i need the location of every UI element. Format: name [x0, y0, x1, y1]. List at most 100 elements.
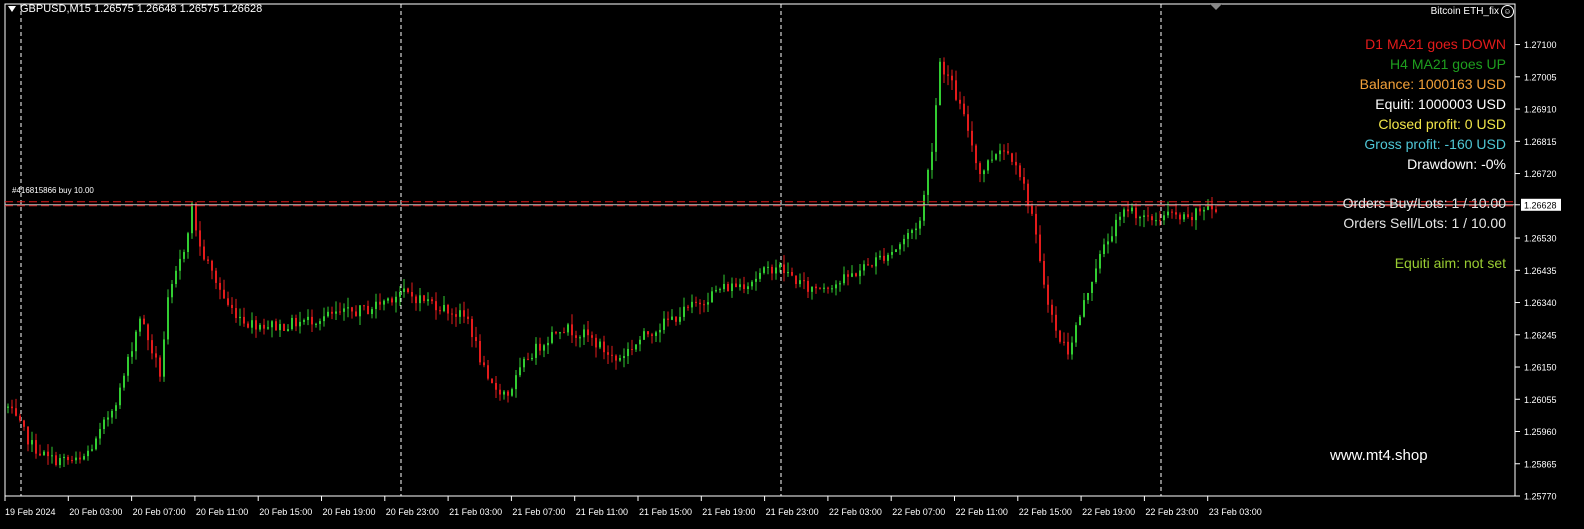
candle-body-116 — [471, 318, 473, 338]
info-line-3: Equiti: 1000003 USD — [1375, 96, 1506, 112]
x-tick-label-9: 21 Feb 11:00 — [576, 507, 628, 517]
y-tick-label-10: 1.26150 — [1524, 363, 1557, 373]
candle-body-183 — [739, 284, 741, 288]
candle-body-198 — [799, 280, 801, 285]
candle-body-210 — [847, 274, 849, 277]
candle-body-283 — [1139, 216, 1141, 219]
candle-body-68 — [279, 324, 281, 331]
candle-body-34 — [143, 318, 145, 325]
candle-body-199 — [803, 280, 805, 282]
candle-body-246 — [991, 159, 993, 161]
candle-body-194 — [783, 264, 785, 274]
candle-body-95 — [387, 298, 389, 301]
candle-body-50 — [207, 259, 209, 261]
candle-body-153 — [619, 357, 621, 361]
candle-body-36 — [151, 340, 153, 354]
candle-body-10 — [47, 451, 49, 457]
candle-body-66 — [271, 321, 273, 328]
x-tick-label-4: 20 Feb 15:00 — [259, 507, 312, 517]
candle-body-67 — [275, 321, 277, 331]
candle-body-124 — [503, 391, 505, 395]
candle-body-278 — [1119, 216, 1121, 220]
candle-body-81 — [331, 311, 333, 314]
candle-body-88 — [359, 305, 361, 317]
candle-body-46 — [191, 203, 193, 234]
candle-body-80 — [327, 311, 329, 317]
candle-body-52 — [215, 270, 217, 283]
candle-body-190 — [767, 266, 769, 268]
candle-body-7 — [35, 440, 37, 454]
candle-body-11 — [51, 455, 53, 457]
y-tick-label-4: 1.26720 — [1524, 169, 1557, 179]
info-line-5: Gross profit: -160 USD — [1364, 136, 1506, 152]
candle-body-205 — [827, 287, 829, 289]
candle-body-69 — [283, 324, 285, 332]
candle-body-171 — [691, 301, 693, 308]
candle-body-21 — [91, 449, 93, 451]
candle-body-105 — [427, 299, 429, 302]
candle-body-265 — [1067, 341, 1069, 355]
candle-body-29 — [123, 375, 125, 388]
candle-body-144 — [583, 329, 585, 338]
x-tick-label-18: 22 Feb 23:00 — [1145, 507, 1198, 517]
candle-body-229 — [923, 194, 925, 221]
candle-body-91 — [371, 309, 373, 315]
symbol-header[interactable]: GBPUSD,M15 1.26575 1.26648 1.26575 1.266… — [8, 3, 262, 15]
candle-body-291 — [1171, 211, 1173, 213]
candle-body-93 — [379, 301, 381, 305]
candle-body-54 — [223, 289, 225, 299]
candle-body-254 — [1023, 177, 1025, 184]
candle-body-244 — [983, 170, 985, 175]
candle-body-181 — [731, 283, 733, 292]
candle-body-159 — [643, 331, 645, 340]
candle-body-289 — [1163, 215, 1165, 221]
candle-body-75 — [307, 316, 309, 321]
candle-body-8 — [39, 453, 41, 456]
candle-body-104 — [423, 295, 425, 302]
candle-body-245 — [987, 160, 989, 171]
candle-body-231 — [931, 151, 933, 170]
candle-body-203 — [819, 288, 821, 290]
x-tick-label-14: 22 Feb 07:00 — [892, 507, 945, 517]
candle-body-290 — [1167, 211, 1169, 216]
candle-body-49 — [203, 246, 205, 260]
x-tick-label-10: 21 Feb 15:00 — [639, 507, 692, 517]
candle-body-115 — [467, 316, 469, 319]
candle-body-216 — [871, 265, 873, 267]
candle-body-162 — [655, 332, 657, 336]
candle-body-255 — [1027, 183, 1029, 206]
chart-window[interactable]: 1.27100 1.27005 1.26910 1.26815 1.26720 1.266… — [0, 0, 1584, 529]
candle-body-17 — [75, 457, 77, 461]
candle-body-234 — [943, 61, 945, 75]
y-tick-label-0: 1.27100 — [1524, 40, 1557, 50]
candle-body-112 — [455, 314, 457, 317]
expert-advisor-label[interactable]: Bitcoin ETH_fix ☺ — [1431, 5, 1514, 18]
candle-body-170 — [687, 306, 689, 308]
candle-body-121 — [491, 378, 493, 384]
candle-body-98 — [399, 291, 401, 297]
info-line-4: Closed profit: 0 USD — [1378, 116, 1506, 132]
candle-body-145 — [587, 329, 589, 336]
candle-body-65 — [267, 327, 269, 329]
candle-body-111 — [451, 313, 453, 315]
candle-body-281 — [1131, 207, 1133, 212]
info-line-0: D1 MA21 goes DOWN — [1365, 36, 1506, 52]
candle-body-214 — [863, 264, 865, 271]
candle-body-252 — [1015, 161, 1017, 166]
candle-body-76 — [311, 316, 313, 325]
candle-body-47 — [195, 203, 197, 231]
candle-body-292 — [1175, 212, 1177, 215]
candle-body-259 — [1043, 260, 1045, 285]
dropdown-triangle-icon[interactable] — [8, 6, 16, 13]
candle-body-141 — [571, 324, 573, 336]
candle-body-70 — [287, 329, 289, 332]
candle-body-90 — [367, 305, 369, 315]
candle-body-113 — [459, 310, 461, 317]
scroll-marker-icon — [1210, 4, 1222, 10]
candle-body-250 — [1007, 151, 1009, 154]
symbol-info: GBPUSD,M15 1.26575 1.26648 1.26575 1.266… — [20, 3, 263, 15]
candle-body-257 — [1035, 213, 1037, 235]
ea-name: Bitcoin ETH_fix — [1430, 6, 1499, 18]
candle-body-142 — [575, 335, 577, 338]
candle-body-62 — [255, 320, 257, 330]
